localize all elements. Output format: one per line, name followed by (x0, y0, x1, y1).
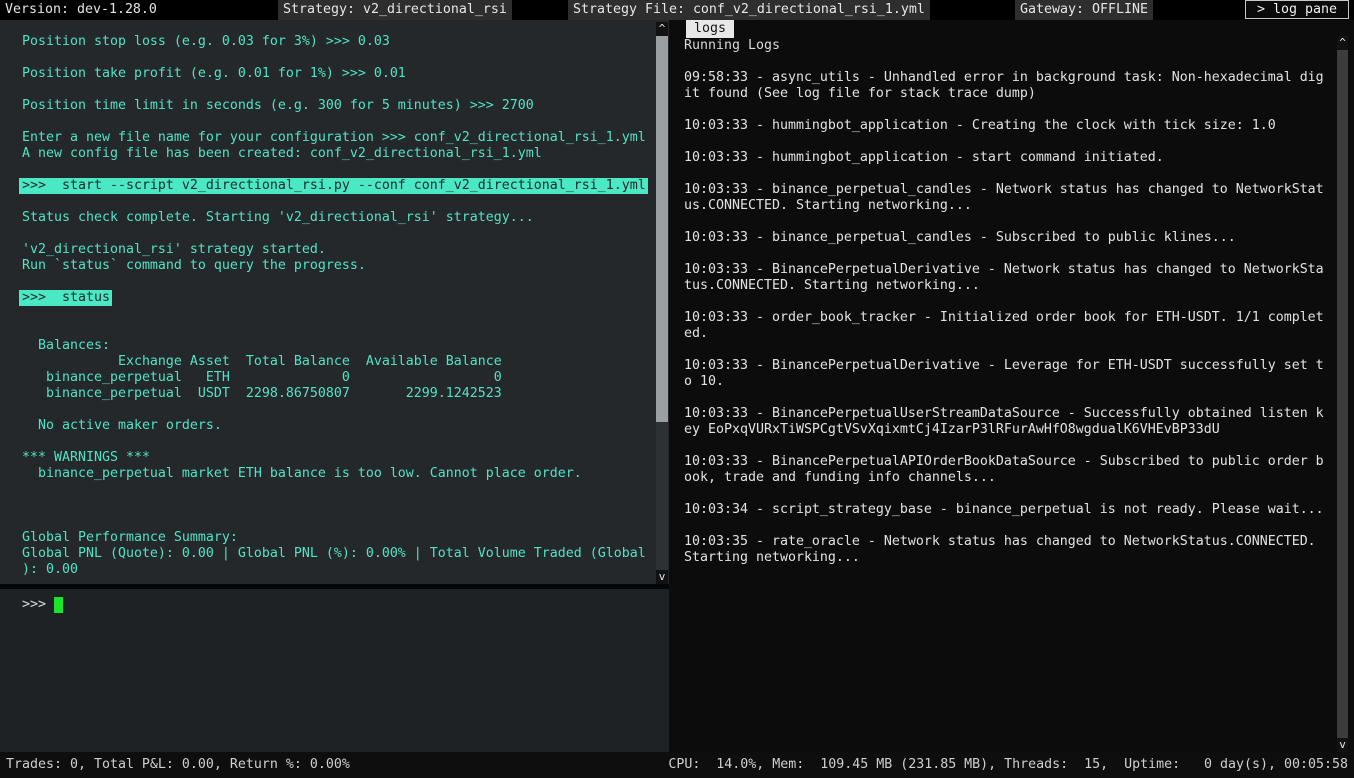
terminal-line: Position time limit in seconds (e.g. 300… (22, 98, 669, 114)
terminal-line: *** WARNINGS *** (22, 450, 669, 466)
terminal-line: Enter a new file name for your configura… (22, 130, 669, 146)
gateway-status-label: Gateway: OFFLINE (1015, 0, 1153, 20)
log-entry: 10:03:33 - hummingbot_application - star… (684, 150, 1326, 166)
log-entry: 10:03:33 - binance_perpetual_candles - S… (684, 230, 1326, 246)
main-area: Position stop loss (e.g. 0.03 for 3%) >>… (0, 20, 1354, 752)
log-entry: 10:03:33 - BinancePerpetualDerivative - … (684, 358, 1326, 390)
terminal-line: A new config file has been created: conf… (22, 146, 669, 162)
terminal-output-lines: Position stop loss (e.g. 0.03 for 3%) >>… (0, 20, 669, 578)
log-entry: 10:03:35 - rate_oracle - Network status … (684, 534, 1326, 566)
trades-summary: Trades: 0, Total P&L: 0.00, Return %: 0.… (6, 757, 350, 773)
terminal-line: Status check complete. Starting 'v2_dire… (22, 210, 669, 226)
terminal-line (22, 498, 669, 514)
terminal-line (22, 114, 669, 130)
log-pane: logs Running Logs 09:58:33 - async_utils… (669, 20, 1354, 752)
terminal-line: Run `status` command to query the progre… (22, 258, 669, 274)
terminal-line (22, 306, 669, 322)
prompt-label: >>> (22, 597, 54, 612)
tab-logs[interactable]: logs (686, 20, 734, 38)
log-entry: 10:03:34 - script_strategy_base - binanc… (684, 502, 1326, 518)
scroll-down-icon[interactable]: v (1337, 738, 1348, 752)
terminal-line: >>> start --script v2_directional_rsi.py… (22, 178, 669, 194)
terminal-scrollbar[interactable]: ^ v (656, 22, 668, 584)
terminal-line (22, 226, 669, 242)
log-entry: 10:03:33 - BinancePerpetualUserStreamDat… (684, 406, 1326, 438)
terminal-line: binance_perpetual USDT 2298.86750807 229… (22, 386, 669, 402)
log-entry: 10:03:33 - BinancePerpetualDerivative - … (684, 262, 1326, 294)
log-scrollbar[interactable]: ^ v (1337, 36, 1348, 752)
terminal-line (22, 82, 669, 98)
terminal-line (22, 162, 669, 178)
terminal-line (22, 50, 669, 66)
terminal-line: ): 0.00 (22, 562, 669, 578)
command-prompt[interactable]: >>> (22, 597, 669, 613)
log-entry: 09:58:33 - async_utils - Unhandled error… (684, 70, 1326, 102)
log-entry: 10:03:33 - order_book_tracker - Initiali… (684, 310, 1326, 342)
log-entry: 10:03:33 - hummingbot_application - Crea… (684, 118, 1326, 134)
hummingbot-app: Version: dev-1.28.0 Strategy: v2_directi… (0, 0, 1354, 778)
log-entry: 10:03:33 - BinancePerpetualAPIOrderBookD… (684, 454, 1326, 486)
scroll-up-icon[interactable]: ^ (656, 22, 668, 36)
terminal-line (22, 402, 669, 418)
terminal-scrollbar-thumb[interactable] (656, 36, 668, 422)
terminal-line (22, 514, 669, 530)
log-content: Running Logs 09:58:33 - async_utils - Un… (669, 20, 1354, 566)
terminal-line (22, 482, 669, 498)
terminal-line (22, 322, 669, 338)
terminal-line (22, 194, 669, 210)
top-bar: Version: dev-1.28.0 Strategy: v2_directi… (0, 0, 1354, 20)
terminal-line: No active maker orders. (22, 418, 669, 434)
strategy-file-label: Strategy File: conf_v2_directional_rsi_1… (568, 0, 930, 20)
terminal-pane: Position stop loss (e.g. 0.03 for 3%) >>… (0, 20, 669, 752)
scroll-up-icon[interactable]: ^ (1337, 36, 1348, 50)
status-bar: Trades: 0, Total P&L: 0.00, Return %: 0.… (0, 752, 1354, 778)
terminal-line: Exchange Asset Total Balance Available B… (22, 354, 669, 370)
log-entry: 10:03:33 - binance_perpetual_candles - N… (684, 182, 1326, 214)
terminal-line: Global PNL (Quote): 0.00 | Global PNL (%… (22, 546, 669, 562)
terminal-line (22, 274, 669, 290)
command-input-area[interactable]: >>> (0, 589, 669, 752)
terminal-line: Position take profit (e.g. 0.01 for 1%) … (22, 66, 669, 82)
terminal-line: binance_perpetual ETH 0 0 (22, 370, 669, 386)
log-pane-title: Running Logs (684, 38, 1354, 54)
text-cursor (54, 597, 63, 613)
command-echo-highlight: >>> start --script v2_directional_rsi.py… (19, 178, 648, 194)
log-scrollbar-track[interactable] (1337, 50, 1348, 738)
terminal-line: 'v2_directional_rsi' strategy started. (22, 242, 669, 258)
terminal-line: >>> status (22, 290, 669, 306)
version-label: Version: dev-1.28.0 (5, 0, 157, 20)
terminal-output-area: Position stop loss (e.g. 0.03 for 3%) >>… (0, 20, 669, 584)
command-echo-highlight: >>> status (19, 290, 112, 306)
terminal-line: Position stop loss (e.g. 0.03 for 3%) >>… (22, 34, 669, 50)
log-pane-toggle-button[interactable]: > log pane (1245, 0, 1349, 19)
terminal-line: Balances: (22, 338, 669, 354)
system-stats: CPU: 14.0%, Mem: 109.45 MB (231.85 MB), … (668, 757, 1348, 773)
terminal-line (22, 434, 669, 450)
log-entries: 09:58:33 - async_utils - Unhandled error… (684, 70, 1354, 566)
terminal-line: Global Performance Summary: (22, 530, 669, 546)
strategy-label: Strategy: v2_directional_rsi (278, 0, 512, 20)
scroll-down-icon[interactable]: v (656, 570, 668, 584)
terminal-line: binance_perpetual market ETH balance is … (22, 466, 669, 482)
